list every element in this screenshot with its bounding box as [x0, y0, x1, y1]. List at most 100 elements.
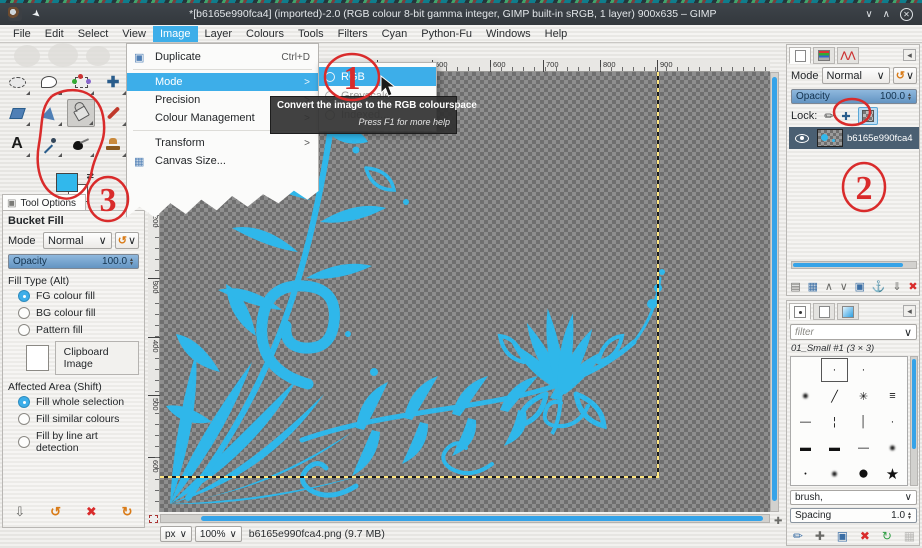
new-brush-icon[interactable]: ✚ — [815, 529, 825, 543]
fill-whole-selection-option[interactable]: Fill whole selection — [18, 396, 139, 408]
hscroll-thumb[interactable] — [201, 516, 763, 521]
brush-filter-input[interactable]: filter ∨ — [790, 324, 917, 340]
perspective-tool[interactable] — [35, 99, 63, 127]
spacing-slider[interactable]: Spacing 1.0 ▲ ▼ — [790, 508, 917, 523]
menu-edit[interactable]: Edit — [38, 26, 71, 42]
restore-preset-icon[interactable]: ↺ — [50, 504, 61, 520]
brush-thumb[interactable] — [791, 357, 820, 383]
new-group-icon[interactable]: ▦ — [808, 280, 818, 293]
paths-tab[interactable]: ⋀⋀ — [837, 47, 859, 64]
close-button[interactable]: ✕ — [900, 7, 913, 21]
brush-thumb[interactable]: · — [849, 357, 878, 383]
brush-thumb[interactable]: ✳ — [849, 383, 878, 409]
opacity-slider[interactable]: Opacity 100.0 ▲ ▼ — [8, 254, 139, 269]
new-layer-icon[interactable]: ▤ — [790, 280, 800, 293]
layer-mode-reset-button[interactable]: ↺ ∨ — [892, 67, 917, 84]
menu-colours[interactable]: Colours — [239, 26, 291, 42]
foreground-colour-swatch[interactable] — [56, 173, 78, 192]
submenu-item-rgb[interactable]: RGB — [319, 67, 436, 86]
menu-help[interactable]: Help — [538, 26, 575, 42]
lock-position-icon[interactable]: ✚ — [841, 110, 850, 123]
brush-thumb[interactable]: ★ — [878, 461, 907, 485]
fill-similar-colours-option[interactable]: Fill similar colours — [18, 413, 139, 425]
maximize-button[interactable]: ∧ — [883, 9, 890, 20]
duplicate-layer-icon[interactable]: ▣ — [855, 280, 865, 293]
brush-thumb[interactable]: · — [878, 409, 907, 435]
layers-scrollbar[interactable] — [791, 261, 917, 269]
colour-picker-tool[interactable] — [35, 130, 63, 158]
brush-thumb[interactable]: │ — [849, 409, 878, 435]
unified-transform-tool[interactable] — [3, 99, 31, 127]
duplicate-brush-icon[interactable]: ▣ — [837, 529, 848, 543]
swap-colours-icon[interactable]: ⇄ — [86, 171, 94, 182]
free-select-tool[interactable] — [35, 68, 63, 96]
delete-brush-icon[interactable]: ✖ — [860, 529, 870, 543]
layer-row[interactable]: b6165e990fca4 — [789, 127, 919, 149]
brush-thumb[interactable]: ╱ — [820, 383, 849, 409]
menu-item-transform[interactable]: Transform > — [127, 134, 318, 152]
brush-name-select[interactable]: brush, ∨ — [790, 490, 917, 505]
horizontal-scrollbar[interactable] — [160, 514, 770, 523]
text-tool[interactable]: A — [3, 130, 31, 158]
eraser-tool[interactable] — [99, 99, 127, 127]
clone-tool[interactable] — [99, 130, 127, 158]
vertical-scrollbar[interactable] — [770, 72, 779, 512]
refresh-brushes-icon[interactable]: ↻ — [882, 529, 892, 543]
layers-tab[interactable] — [789, 47, 811, 64]
brush-thumb[interactable]: ● — [878, 435, 907, 461]
gradients-tab[interactable] — [837, 303, 859, 320]
fill-type-fg-option[interactable]: FG colour fill — [18, 290, 139, 302]
menu-item-canvas-size[interactable]: ▦ Canvas Size... — [127, 152, 318, 170]
menu-layer[interactable]: Layer — [198, 26, 240, 42]
anchor-layer-icon[interactable]: ⚓ — [872, 280, 886, 293]
channels-tab[interactable] — [813, 47, 835, 64]
pattern-swatch[interactable] — [26, 345, 49, 371]
delete-preset-icon[interactable]: ✖ — [86, 504, 97, 520]
brush-thumb[interactable]: ≡ — [878, 383, 907, 409]
dock-collapse-button[interactable]: ◂ — [903, 305, 916, 317]
lower-layer-icon[interactable]: ∨ — [840, 280, 848, 293]
brush-thumb[interactable]: • — [791, 461, 820, 485]
merge-layer-icon[interactable]: ⇓ — [892, 280, 901, 293]
mode-reset-button[interactable]: ↺ ∨ — [114, 232, 139, 249]
menu-tools[interactable]: Tools — [291, 26, 331, 42]
spin-down-icon[interactable]: ▼ — [129, 261, 134, 266]
tool-options-tab[interactable]: ▣ Tool Options — [2, 194, 86, 211]
select-by-colour-tool[interactable] — [67, 68, 95, 96]
menu-item-mode[interactable]: Mode > — [127, 73, 318, 91]
menu-windows[interactable]: Windows — [479, 26, 538, 42]
menu-select[interactable]: Select — [71, 26, 116, 42]
vscroll-thumb[interactable] — [772, 77, 777, 501]
menu-view[interactable]: View — [115, 26, 153, 42]
edit-brush-icon[interactable]: ✏ — [793, 529, 803, 543]
delete-layer-icon[interactable]: ✖ — [908, 280, 917, 293]
brushes-tab[interactable] — [789, 303, 811, 320]
brush-thumb[interactable]: ▬ — [820, 435, 849, 461]
zoom-select[interactable]: 100% ∨ — [194, 526, 242, 542]
brush-thumb-selected[interactable]: · — [820, 357, 849, 383]
visibility-eye-icon[interactable] — [795, 133, 809, 143]
menu-file[interactable]: File — [6, 26, 38, 42]
fill-type-bg-option[interactable]: BG colour fill — [18, 307, 139, 319]
brush-thumb[interactable]: — — [791, 409, 820, 435]
reset-tool-options-icon[interactable]: ↻ — [122, 504, 133, 520]
brush-scrollbar[interactable] — [910, 356, 918, 486]
menu-filters[interactable]: Filters — [331, 26, 375, 42]
clipboard-image-button[interactable]: Clipboard Image — [54, 341, 139, 375]
smudge-tool[interactable] — [67, 130, 95, 158]
navigation-icon[interactable]: ✚ — [774, 516, 782, 527]
brush-thumb[interactable]: ● — [820, 461, 849, 485]
brush-thumb[interactable] — [878, 357, 907, 383]
spin-down-icon[interactable]: ▼ — [907, 515, 912, 520]
brush-scroll-thumb[interactable] — [912, 359, 916, 449]
paint-mode-select[interactable]: Normal ∨ — [43, 232, 112, 249]
brush-thumb[interactable]: ● — [849, 461, 878, 485]
brush-thumb[interactable]: — — [849, 435, 878, 461]
minimize-button[interactable]: ∨ — [865, 9, 872, 20]
unit-select[interactable]: px ∨ — [160, 526, 192, 542]
move-tool[interactable]: ✚ — [99, 68, 127, 96]
save-preset-icon[interactable]: ⇩ — [14, 504, 25, 520]
menu-python-fu[interactable]: Python-Fu — [414, 26, 479, 42]
menu-image[interactable]: Image — [152, 25, 198, 42]
menu-cyan[interactable]: Cyan — [375, 26, 415, 42]
